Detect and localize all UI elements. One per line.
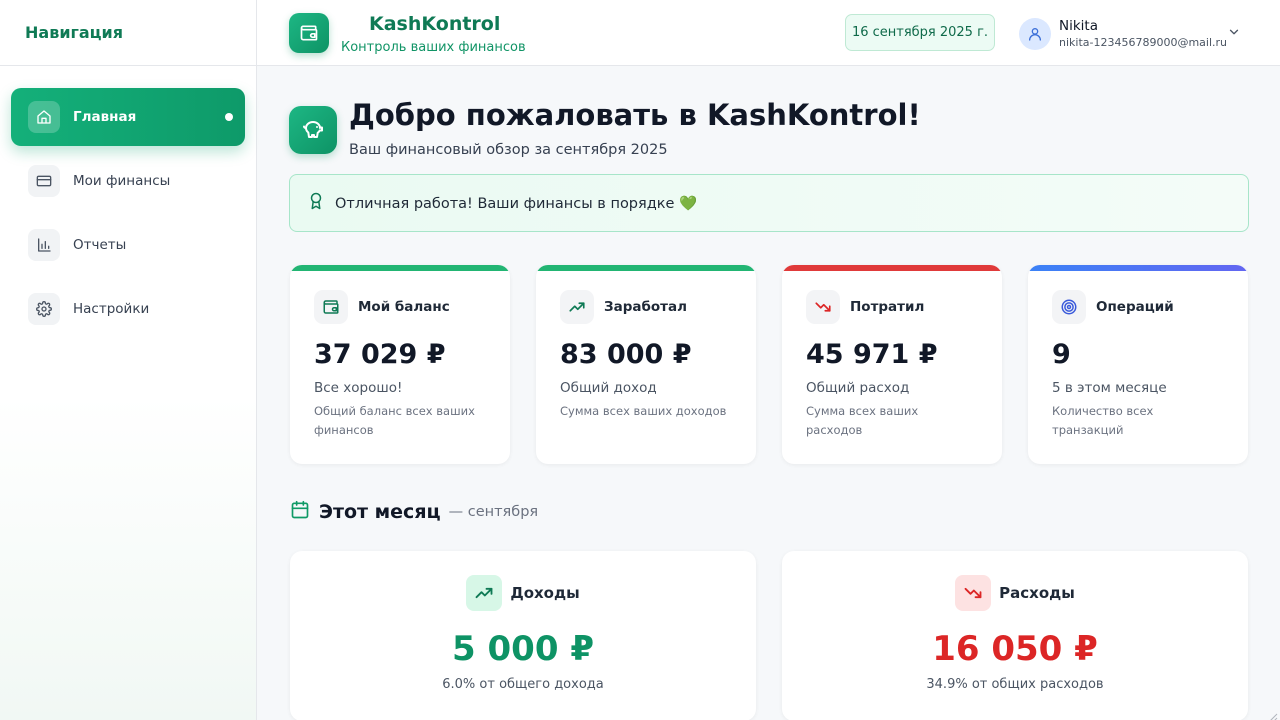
- stat-card-status: 5 в этом месяце: [1052, 380, 1167, 396]
- stat-card-title: Операций: [1096, 299, 1174, 315]
- stat-card-description: Сумма всех ваших доходов: [560, 404, 727, 418]
- trending-up-icon: [466, 575, 503, 611]
- wallet-icon: [314, 290, 348, 324]
- month-income-title: Доходы: [510, 584, 580, 602]
- card-accent-bar: [1028, 265, 1248, 271]
- user-menu[interactable]: Nikita nikita-123456789000@mail.ru: [1019, 14, 1227, 54]
- month-income-card: Доходы 5 000 ₽ 6.0% от общего дохода: [290, 551, 756, 720]
- trending-up-icon: [560, 290, 594, 324]
- stat-card-earned: Заработал 83 000 ₽ Общий доход Сумма все…: [536, 265, 756, 464]
- piggy-bank-icon: [289, 106, 337, 154]
- stat-card-title: Заработал: [604, 299, 687, 315]
- bar-chart-icon: [28, 229, 60, 261]
- brand-name[interactable]: KashKontrol: [369, 13, 500, 35]
- target-icon: [1052, 290, 1086, 324]
- sidebar: Навигация Главная Мои финансы Отчеты Нас…: [0, 0, 257, 720]
- chevron-down-icon[interactable]: [1227, 24, 1241, 43]
- sidebar-title: Навигация: [25, 23, 124, 42]
- resize-grip-icon[interactable]: [1268, 708, 1278, 720]
- sidebar-item-label: Мои финансы: [73, 173, 171, 189]
- stat-card-description: Общий баланс всех ваших финансов: [314, 404, 475, 437]
- sidebar-item-label: Отчеты: [73, 237, 127, 253]
- sidebar-item-home[interactable]: Главная: [11, 88, 245, 146]
- stat-card-status: Общий расход: [806, 380, 910, 396]
- sidebar-item-finances[interactable]: Мои финансы: [11, 152, 245, 210]
- month-section-title: Этот месяц: [319, 501, 441, 523]
- status-banner: Отличная работа! Ваши финансы в порядке …: [289, 174, 1249, 232]
- wallet-logo-icon[interactable]: [289, 13, 329, 53]
- active-indicator-dot: [225, 113, 233, 121]
- stat-card-value: 37 029 ₽: [314, 339, 446, 370]
- month-section-subtitle: — сентября: [448, 504, 539, 520]
- trending-down-icon: [806, 290, 840, 324]
- user-email: nikita-123456789000@mail.ru: [1059, 36, 1228, 49]
- stat-card-operations: Операций 9 5 в этом месяце Количество вс…: [1028, 265, 1248, 464]
- sidebar-item-reports[interactable]: Отчеты: [11, 216, 245, 274]
- card-accent-bar: [536, 265, 756, 271]
- month-income-note: 6.0% от общего дохода: [442, 677, 604, 692]
- sidebar-item-label: Настройки: [73, 301, 150, 317]
- month-expense-card: Расходы 16 050 ₽ 34.9% от общих расходов: [782, 551, 1248, 720]
- month-income-value: 5 000 ₽: [452, 629, 594, 669]
- top-header: KashKontrol Контроль ваших финансов 16 с…: [257, 0, 1280, 66]
- stats-cards: Мой баланс 37 029 ₽ Все хорошо! Общий ба…: [290, 265, 1248, 464]
- month-expense-title: Расходы: [999, 584, 1075, 602]
- user-avatar-icon: [1019, 18, 1051, 50]
- stat-card-value: 45 971 ₽: [806, 339, 938, 370]
- stat-card-description: Количество всех транзакций: [1052, 404, 1154, 437]
- month-expense-value: 16 050 ₽: [932, 629, 1098, 669]
- stat-card-status: Все хорошо!: [314, 380, 403, 396]
- credit-card-icon: [28, 165, 60, 197]
- stat-card-status: Общий доход: [560, 380, 657, 396]
- main-content: Добро пожаловать в KashKontrol! Ваш фина…: [257, 66, 1280, 720]
- calendar-icon: [290, 500, 310, 524]
- stat-card-balance: Мой баланс 37 029 ₽ Все хорошо! Общий ба…: [290, 265, 510, 464]
- page-subtitle: Ваш финансовый обзор за сентября 2025: [349, 142, 668, 158]
- stat-card-value: 9: [1052, 339, 1071, 370]
- award-icon: [307, 192, 325, 214]
- sidebar-header: Навигация: [0, 0, 256, 66]
- user-info: Nikita nikita-123456789000@mail.ru: [1059, 17, 1227, 51]
- sidebar-nav: Главная Мои финансы Отчеты Настройки: [0, 66, 256, 338]
- stat-card-title: Потратил: [850, 299, 925, 315]
- page-title: Добро пожаловать в KashKontrol!: [349, 98, 921, 132]
- status-banner-text: Отличная работа! Ваши финансы в порядке …: [335, 195, 698, 212]
- sidebar-item-settings[interactable]: Настройки: [11, 280, 245, 338]
- user-name: Nikita: [1059, 18, 1098, 34]
- month-expense-note: 34.9% от общих расходов: [926, 677, 1104, 692]
- sidebar-item-label: Главная: [73, 109, 137, 125]
- month-section-header: Этот месяц — сентября: [290, 500, 538, 524]
- trending-down-icon: [955, 575, 992, 611]
- stat-card-value: 83 000 ₽: [560, 339, 692, 370]
- card-accent-bar: [290, 265, 510, 271]
- date-badge: 16 сентября 2025 г.: [845, 14, 995, 51]
- stat-card-spent: Потратил 45 971 ₽ Общий расход Сумма все…: [782, 265, 1002, 464]
- card-accent-bar: [782, 265, 1002, 271]
- stat-card-description: Сумма всех ваших расходов: [806, 404, 919, 437]
- stat-card-title: Мой баланс: [358, 299, 450, 315]
- brand-subtitle: Контроль ваших финансов: [341, 40, 526, 55]
- gear-icon: [28, 293, 60, 325]
- home-icon: [28, 101, 60, 133]
